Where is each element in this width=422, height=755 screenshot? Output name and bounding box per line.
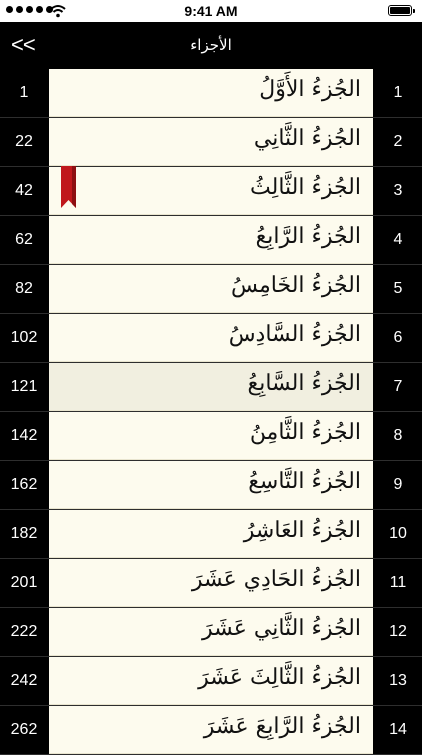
juz-row[interactable]: 1 الجُزءُ الأَوَّلُ 1	[0, 69, 422, 118]
juz-name-cell[interactable]: الجُزءُ العَاشِرُ	[49, 510, 373, 558]
juz-list: 1 الجُزءُ الأَوَّلُ 1 22 الجُزءُ الثَّانِي 2 4…	[0, 69, 422, 755]
juz-page-number: 182	[0, 510, 50, 558]
juz-name-cell[interactable]: الجُزءُ الثَّالِثُ	[49, 166, 373, 215]
juz-row[interactable]: 182 الجُزءُ العَاشِرُ 10	[0, 510, 422, 559]
juz-page-number: 42	[0, 167, 50, 215]
juz-number: 14	[374, 706, 422, 754]
juz-row[interactable]: 121 الجُزءُ السَّابِعُ 7	[0, 363, 422, 412]
juz-name: الجُزءُ السَّادِسُ	[228, 322, 361, 347]
juz-number: 6	[374, 314, 422, 362]
juz-page-number: 102	[0, 314, 50, 362]
juz-name: الجُزءُ الأَوَّلُ	[259, 77, 361, 102]
juz-number: 12	[374, 608, 422, 656]
juz-page-number: 162	[0, 461, 50, 509]
juz-row[interactable]: 102 الجُزءُ السَّادِسُ 6	[0, 314, 422, 363]
juz-row[interactable]: 82 الجُزءُ الخَامِسُ 5	[0, 265, 422, 314]
juz-name-cell[interactable]: الجُزءُ الحَادِي عَشَرَ	[49, 559, 373, 607]
juz-name-cell[interactable]: الجُزءُ التَّاسِعُ	[49, 461, 373, 509]
juz-name: الجُزءُ الثَّانِي	[253, 126, 361, 151]
juz-number: 9	[374, 461, 422, 509]
juz-page-number: 222	[0, 608, 50, 656]
juz-name: الجُزءُ الثَّالِثُ	[250, 175, 361, 200]
juz-name-cell[interactable]: الجُزءُ الخَامِسُ	[49, 265, 373, 313]
status-time: 9:41 AM	[184, 3, 238, 19]
juz-name-cell[interactable]: الجُزءُ الرَّابِعَ عَشَرَ	[49, 706, 373, 754]
juz-page-number: 62	[0, 216, 50, 264]
juz-page-number: 1	[0, 69, 50, 117]
juz-number: 7	[374, 363, 422, 411]
navigation-bar: << الأجزاء	[0, 22, 422, 69]
juz-name: الجُزءُ الخَامِسُ	[230, 273, 361, 298]
juz-page-number: 82	[0, 265, 50, 313]
juz-page-number: 142	[0, 412, 50, 460]
juz-name: الجُزءُ التَّاسِعُ	[248, 469, 361, 494]
juz-page-number: 262	[0, 706, 50, 754]
juz-row[interactable]: 142 الجُزءُ الثَّامِنُ 8	[0, 412, 422, 461]
juz-page-number: 242	[0, 657, 50, 705]
juz-row[interactable]: 42 الجُزءُ الثَّالِثُ 3	[0, 166, 422, 216]
status-bar: 9:41 AM	[0, 0, 422, 22]
juz-name-cell[interactable]: الجُزءُ الأَوَّلُ	[49, 69, 373, 117]
juz-number: 3	[374, 167, 422, 215]
juz-name-cell[interactable]: الجُزءُ السَّادِسُ	[49, 314, 373, 362]
juz-number: 8	[374, 412, 422, 460]
juz-name: الجُزءُ الرَّابِعُ	[255, 224, 361, 249]
juz-number: 11	[374, 559, 422, 607]
juz-number: 13	[374, 657, 422, 705]
juz-name: الجُزءُ الثَّامِنُ	[249, 420, 361, 445]
juz-name: الجُزءُ الثَّالِثَ عَشَرَ	[198, 665, 361, 690]
bookmark-ribbon-icon[interactable]	[61, 166, 76, 208]
juz-row[interactable]: 201 الجُزءُ الحَادِي عَشَرَ 11	[0, 559, 422, 608]
juz-row[interactable]: 22 الجُزءُ الثَّانِي 2	[0, 118, 422, 167]
juz-page-number: 201	[0, 559, 50, 607]
juz-name-cell[interactable]: الجُزءُ الثَّانِي عَشَرَ	[49, 608, 373, 656]
juz-name-cell[interactable]: الجُزءُ السَّابِعُ	[49, 363, 373, 411]
juz-name: الجُزءُ الرَّابِعَ عَشَرَ	[203, 714, 361, 739]
juz-name: الجُزءُ السَّابِعُ	[247, 371, 361, 396]
juz-name-cell[interactable]: الجُزءُ الثَّانِي	[49, 118, 373, 166]
juz-row[interactable]: 262 الجُزءُ الرَّابِعَ عَشَرَ 14	[0, 706, 422, 755]
juz-number: 5	[374, 265, 422, 313]
juz-name-cell[interactable]: الجُزءُ الثَّامِنُ	[49, 412, 373, 460]
juz-row[interactable]: 242 الجُزءُ الثَّالِثَ عَشَرَ 13	[0, 657, 422, 706]
juz-number: 4	[374, 216, 422, 264]
juz-name-cell[interactable]: الجُزءُ الرَّابِعُ	[49, 216, 373, 264]
juz-row[interactable]: 62 الجُزءُ الرَّابِعُ 4	[0, 216, 422, 265]
page-title: الأجزاء	[190, 36, 232, 54]
juz-row[interactable]: 222 الجُزءُ الثَّانِي عَشَرَ 12	[0, 608, 422, 657]
juz-number: 1	[374, 69, 422, 117]
juz-number: 10	[374, 510, 422, 558]
juz-name: الجُزءُ العَاشِرُ	[243, 518, 361, 543]
juz-row[interactable]: 162 الجُزءُ التَّاسِعُ 9	[0, 461, 422, 510]
battery-icon	[388, 5, 415, 16]
juz-name: الجُزءُ الحَادِي عَشَرَ	[191, 567, 361, 592]
juz-name: الجُزءُ الثَّانِي عَشَرَ	[202, 616, 361, 641]
juz-number: 2	[374, 118, 422, 166]
juz-page-number: 121	[0, 363, 50, 411]
juz-name-cell[interactable]: الجُزءُ الثَّالِثَ عَشَرَ	[49, 657, 373, 705]
juz-page-number: 22	[0, 118, 50, 166]
